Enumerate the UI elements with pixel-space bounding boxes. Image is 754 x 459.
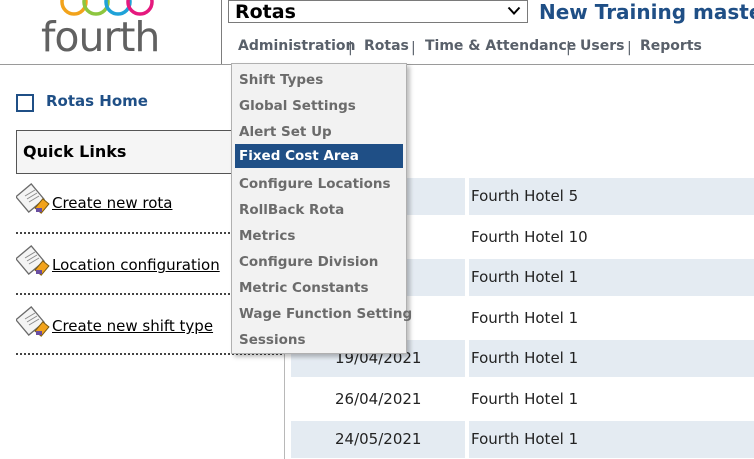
menu-item-shift-types[interactable]: Shift Types [235,68,403,92]
document-pencil-icon [16,182,50,214]
menu-item-alert-set-up[interactable]: Alert Set Up [235,120,403,144]
nav-separator: | [566,40,571,56]
date-text: 24/05/2021 [335,430,422,448]
menu-item-metrics[interactable]: Metrics [235,224,403,248]
location-text: Fourth Hotel 1 [471,430,579,448]
location-cell: Fourth Hotel 1 [469,381,754,418]
location-cell: Fourth Hotel 1 [469,421,754,458]
quick-links-title: Quick Links [23,142,127,161]
quick-link-label: Create new rota [52,194,173,212]
menu-item-rollback-rota[interactable]: RollBack Rota [235,198,403,222]
location-text: Fourth Hotel 1 [471,349,579,367]
location-text: Fourth Hotel 1 [471,309,579,327]
menu-item-label: Fixed Cost Area [239,148,359,164]
date-text: 26/04/2021 [335,390,422,408]
menu-item-label: Shift Types [239,72,324,88]
menu-item-configure-division[interactable]: Configure Division [235,250,403,274]
location-cell: Fourth Hotel 1 [469,340,754,377]
menu-item-configure-locations[interactable]: Configure Locations [235,172,403,196]
date-cell: 24/05/2021 [291,421,465,458]
menu-item-label: Sessions [239,332,306,348]
table-row[interactable]: 24/05/2021 Fourth Hotel 1 [291,421,754,458]
document-pencil-icon [16,244,50,276]
menu-item-label: Configure Division [239,254,379,270]
menu-item-fixed-cost-area[interactable]: Fixed Cost Area [235,144,403,168]
nav-separator: | [348,40,353,56]
menu-item-global-settings[interactable]: Global Settings [235,94,403,118]
menu-item-label: RollBack Rota [239,202,345,218]
quick-link-label: Location configuration [52,256,220,274]
menu-item-label: Wage Function Setting [239,306,413,322]
rotas-home-label: Rotas Home [46,92,148,110]
location-text: Fourth Hotel 1 [471,390,579,408]
nav-time-attendance[interactable]: Time & Attendance [425,38,576,54]
menu-item-sessions[interactable]: Sessions [235,328,403,352]
menu-item-label: Global Settings [239,98,356,114]
header-divider-vertical [221,0,222,64]
module-select-value: Rotas [235,1,296,23]
menu-item-metric-constants[interactable]: Metric Constants [235,276,403,300]
location-text: Fourth Hotel 5 [471,187,579,205]
location-cell: Fourth Hotel 1 [469,259,754,296]
nav-administration[interactable]: Administration [238,38,355,54]
menu-item-label: Configure Locations [239,176,391,192]
administration-dropdown-menu: Shift Types Global Settings Alert Set Up… [231,63,412,354]
home-square-icon [16,94,34,112]
fourth-logo[interactable]: fourth [0,0,221,64]
location-text: Fourth Hotel 10 [471,228,588,246]
location-cell: Fourth Hotel 10 [469,219,754,256]
location-cell: Fourth Hotel 1 [469,300,754,337]
logo-wordmark: fourth [41,13,160,61]
chevron-down-icon [507,6,521,15]
nav-rotas[interactable]: Rotas [364,38,409,54]
date-cell: 26/04/2021 [291,381,465,418]
location-text: Fourth Hotel 1 [471,268,579,286]
location-cell: Fourth Hotel 5 [469,178,754,215]
menu-item-wage-function-setting[interactable]: Wage Function Setting [235,302,412,326]
menu-item-label: Metrics [239,228,296,244]
module-select[interactable]: Rotas [228,0,528,23]
document-pencil-icon [16,305,50,337]
quick-link-label: Create new shift type [52,317,214,335]
nav-separator: | [627,40,632,56]
nav-reports[interactable]: Reports [640,38,702,54]
table-row[interactable]: 26/04/2021 Fourth Hotel 1 [291,381,754,418]
site-title: New Training master [539,0,754,24]
menu-item-label: Metric Constants [239,280,369,296]
menu-item-label: Alert Set Up [239,124,332,140]
nav-users[interactable]: Users [580,38,624,54]
nav-separator: | [411,40,416,56]
